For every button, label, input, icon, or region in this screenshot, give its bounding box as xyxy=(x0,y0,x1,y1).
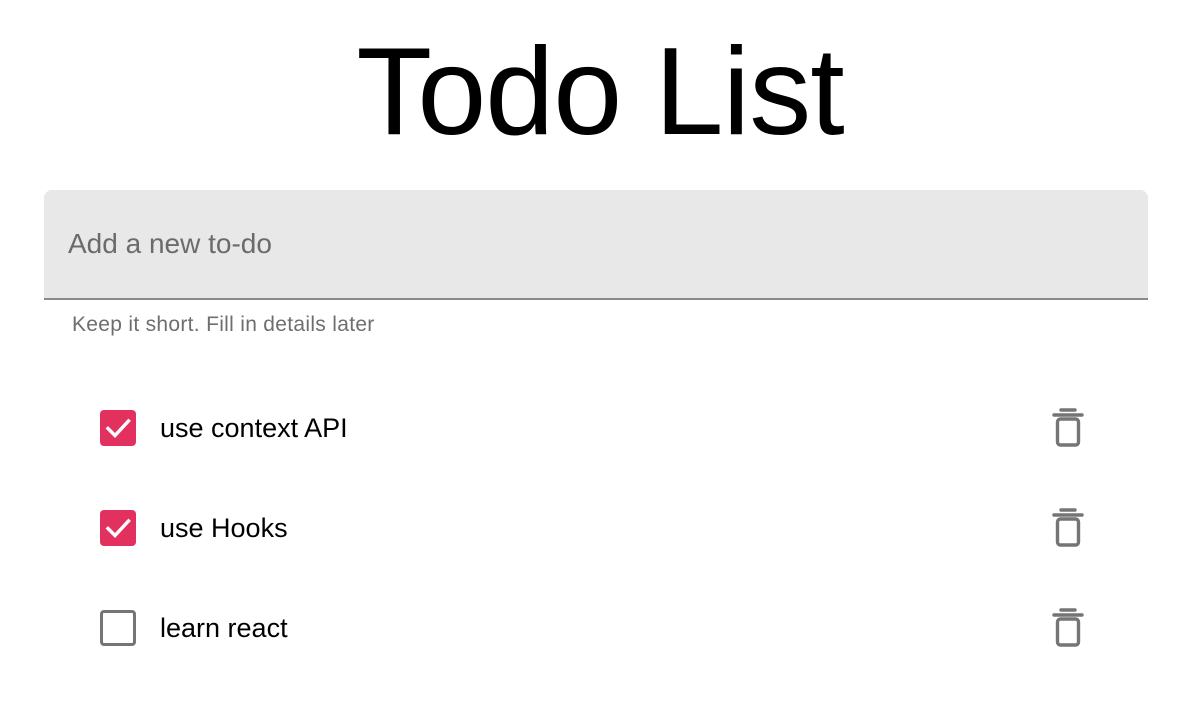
todo-item: learn react xyxy=(0,578,1200,678)
todo-app: Todo List Keep it short. Fill in details… xyxy=(0,0,1200,710)
delete-todo-button[interactable] xyxy=(1050,406,1086,450)
page-title: Todo List xyxy=(356,23,844,161)
trash-icon xyxy=(1052,408,1084,447)
delete-todo-button[interactable] xyxy=(1050,506,1086,550)
todo-checkbox[interactable] xyxy=(100,610,136,646)
todo-label: use Hooks xyxy=(160,513,288,543)
delete-todo-button[interactable] xyxy=(1050,606,1086,650)
new-todo-input[interactable] xyxy=(44,190,1148,298)
todo-item: use context API xyxy=(0,378,1200,478)
todo-label: use context API xyxy=(160,413,348,443)
todo-label: learn react xyxy=(160,613,288,643)
trash-icon xyxy=(1052,608,1084,647)
check-icon xyxy=(105,518,131,538)
new-todo-helper-text: Keep it short. Fill in details later xyxy=(72,313,375,336)
new-todo-field[interactable] xyxy=(44,190,1148,300)
check-icon xyxy=(105,418,131,438)
todo-checkbox[interactable] xyxy=(100,510,136,546)
trash-icon xyxy=(1052,508,1084,547)
todo-checkbox[interactable] xyxy=(100,410,136,446)
todo-list: use context API use Hooks learn react xyxy=(0,378,1200,678)
todo-item: use Hooks xyxy=(0,478,1200,578)
